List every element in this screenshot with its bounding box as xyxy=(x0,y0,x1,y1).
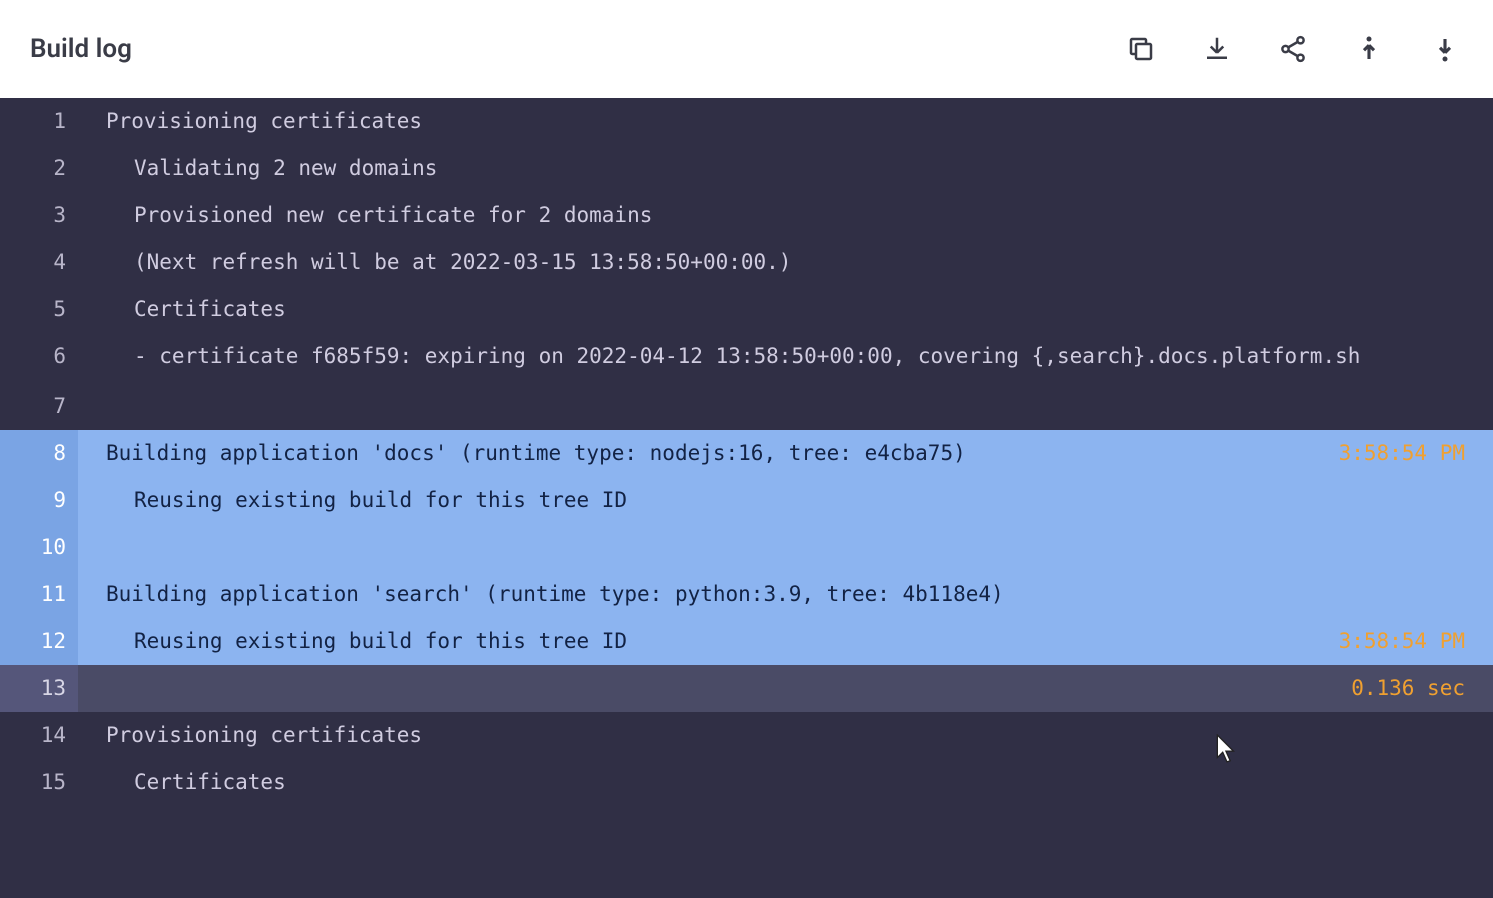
action-group-nav xyxy=(1351,31,1463,67)
line-text: (Next refresh will be at 2022-03-15 13:5… xyxy=(78,239,1493,286)
line-text: - certificate f685f59: expiring on 2022-… xyxy=(78,333,1493,383)
line-text: Certificates xyxy=(78,759,1493,806)
copy-button[interactable] xyxy=(1123,31,1159,67)
log-wrapper: 1Provisioning certificates2Validating 2 … xyxy=(0,98,1493,898)
line-number: 15 xyxy=(0,759,78,806)
share-button[interactable] xyxy=(1275,31,1311,67)
header: Build log xyxy=(0,0,1493,98)
line-number: 5 xyxy=(0,286,78,333)
log-row[interactable]: 12Reusing existing build for this tree I… xyxy=(0,618,1493,665)
copy-icon xyxy=(1126,34,1156,64)
line-text: Provisioning certificates xyxy=(78,98,1493,145)
log-row[interactable]: 9Reusing existing build for this tree ID xyxy=(0,477,1493,524)
line-text: Provisioning certificates xyxy=(78,712,1493,759)
line-text: Validating 2 new domains xyxy=(78,145,1493,192)
line-number: 2 xyxy=(0,145,78,192)
share-icon xyxy=(1278,34,1308,64)
line-number: 7 xyxy=(0,383,78,430)
line-text: Building application 'docs' (runtime typ… xyxy=(78,430,1339,477)
log-row[interactable]: 13 0.136 sec xyxy=(0,665,1493,712)
log-row[interactable]: 8Building application 'docs' (runtime ty… xyxy=(0,430,1493,477)
download-button[interactable] xyxy=(1199,31,1235,67)
line-text: Provisioned new certificate for 2 domain… xyxy=(78,192,1493,239)
line-number: 9 xyxy=(0,477,78,524)
line-text: Building application 'search' (runtime t… xyxy=(78,571,1493,618)
line-number: 10 xyxy=(0,524,78,571)
line-number: 8 xyxy=(0,430,78,477)
log-row[interactable]: 11Building application 'search' (runtime… xyxy=(0,571,1493,618)
collapse-down-icon xyxy=(1430,34,1460,64)
download-icon xyxy=(1202,34,1232,64)
line-number: 6 xyxy=(0,333,78,377)
log-row[interactable]: 6- certificate f685f59: expiring on 2022… xyxy=(0,333,1493,383)
scroll-bottom-button[interactable] xyxy=(1427,31,1463,67)
log-row[interactable]: 2Validating 2 new domains xyxy=(0,145,1493,192)
log-row[interactable]: 14Provisioning certificates xyxy=(0,712,1493,759)
timestamp: 3:58:54 PM xyxy=(1339,430,1493,477)
line-number: 1 xyxy=(0,98,78,145)
line-text: Certificates xyxy=(78,286,1493,333)
log-row[interactable]: 3Provisioned new certificate for 2 domai… xyxy=(0,192,1493,239)
log-row[interactable]: 7 xyxy=(0,383,1493,430)
scroll-top-button[interactable] xyxy=(1351,31,1387,67)
log-row[interactable]: 10 xyxy=(0,524,1493,571)
line-number: 12 xyxy=(0,618,78,665)
header-actions xyxy=(1123,31,1463,67)
timestamp: 3:58:54 PM xyxy=(1339,618,1493,665)
line-number: 4 xyxy=(0,239,78,286)
line-text: Reusing existing build for this tree ID xyxy=(78,477,1493,524)
line-number: 13 xyxy=(0,665,78,712)
line-number: 3 xyxy=(0,192,78,239)
timestamp: 0.136 sec xyxy=(1351,665,1493,712)
line-text: Reusing existing build for this tree ID xyxy=(78,618,1339,665)
action-group-main xyxy=(1123,31,1311,67)
log-row[interactable]: 5Certificates xyxy=(0,286,1493,333)
log-container: 1Provisioning certificates2Validating 2 … xyxy=(0,98,1493,898)
line-number: 14 xyxy=(0,712,78,759)
line-number: 11 xyxy=(0,571,78,618)
log-row[interactable]: 1Provisioning certificates xyxy=(0,98,1493,145)
page-title: Build log xyxy=(30,34,132,64)
log-row[interactable]: 4(Next refresh will be at 2022-03-15 13:… xyxy=(0,239,1493,286)
log-row[interactable]: 15Certificates xyxy=(0,759,1493,806)
collapse-up-icon xyxy=(1354,34,1384,64)
